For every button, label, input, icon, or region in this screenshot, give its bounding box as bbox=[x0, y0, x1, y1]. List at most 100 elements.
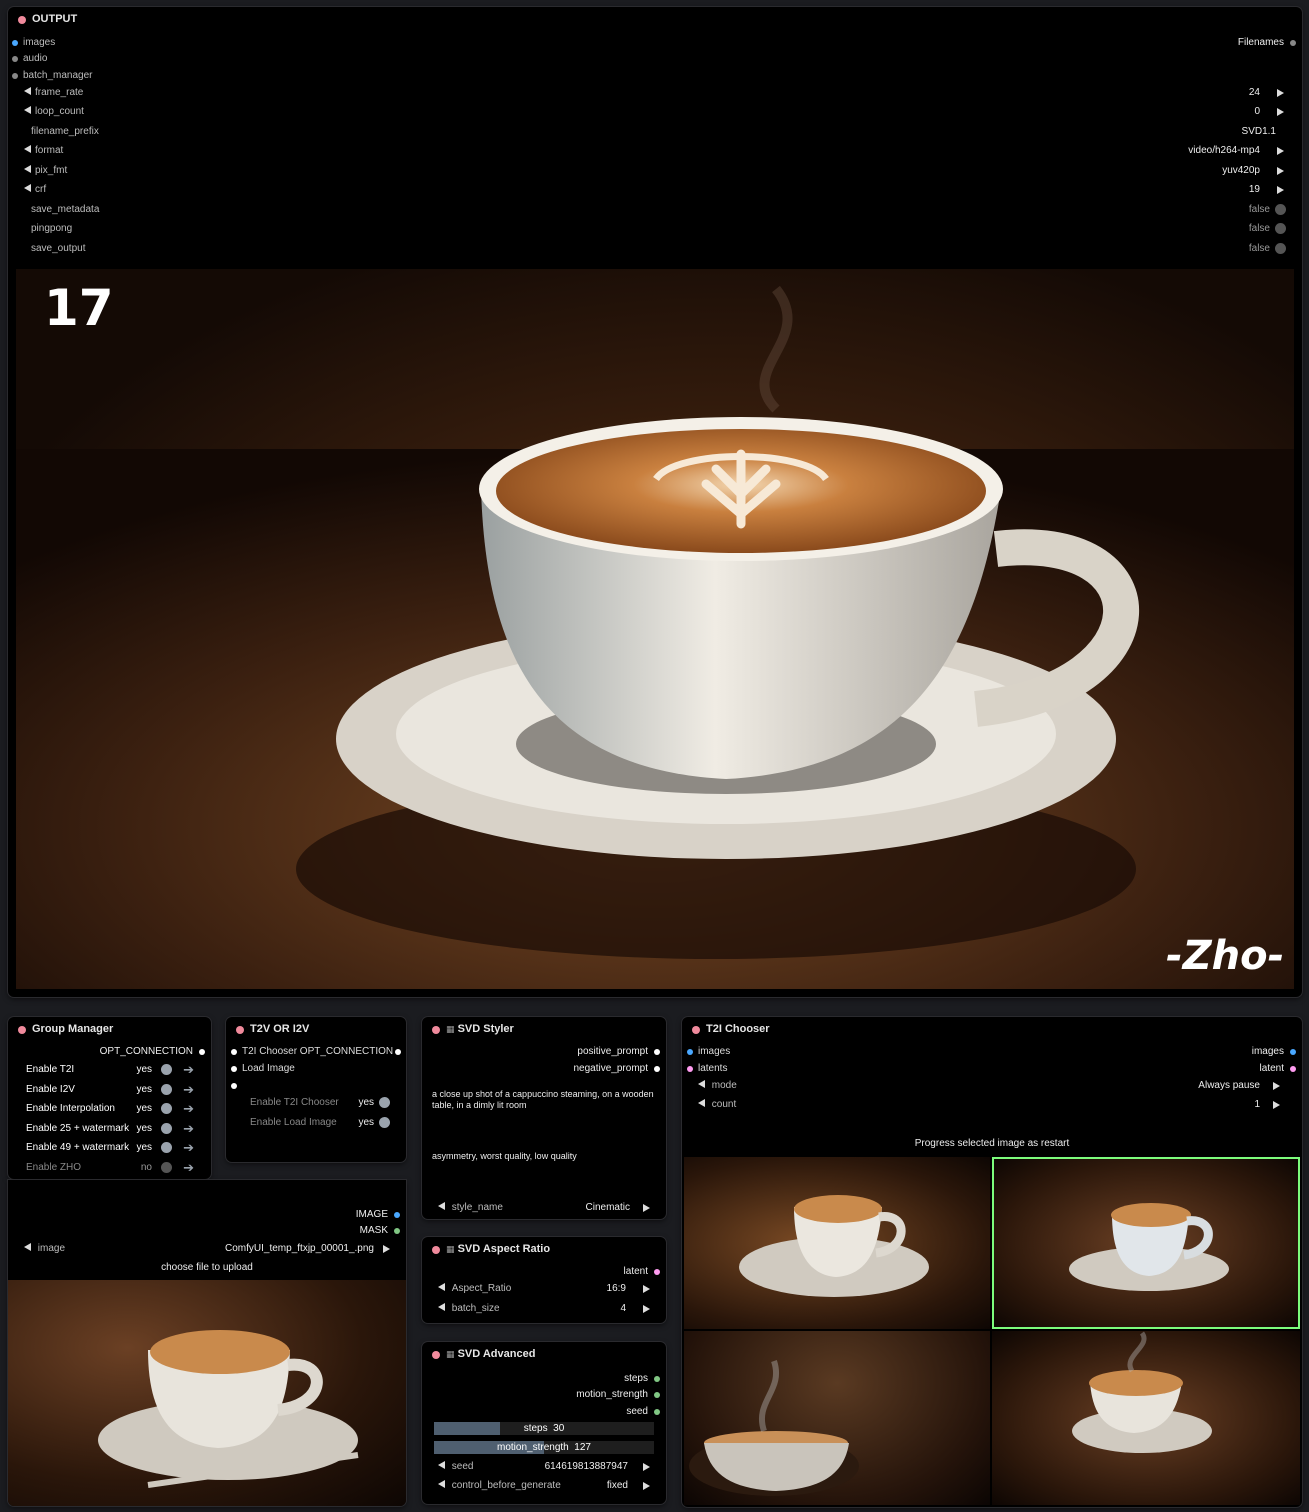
input-batch-manager[interactable]: batch_manager bbox=[12, 67, 93, 85]
go-to-group-arrow-icon[interactable]: ➔ bbox=[183, 1102, 194, 1116]
batch-size-widget[interactable]: batch_size 4 bbox=[438, 1300, 650, 1318]
image-socket[interactable] bbox=[687, 1049, 693, 1055]
increment-arrow[interactable] bbox=[1273, 1082, 1280, 1090]
increment-arrow[interactable] bbox=[643, 1463, 650, 1471]
toggle-switch[interactable] bbox=[1275, 243, 1286, 254]
increment-arrow[interactable] bbox=[1273, 1101, 1280, 1109]
t2i-chooser-opt-row[interactable]: T2I Chooser OPT_CONNECTION bbox=[231, 1043, 401, 1061]
toggle-switch[interactable] bbox=[379, 1097, 390, 1108]
output-socket[interactable] bbox=[395, 1049, 401, 1055]
decrement-arrow[interactable] bbox=[698, 1099, 705, 1107]
latent-socket[interactable] bbox=[1290, 1066, 1296, 1072]
decrement-arrow[interactable] bbox=[438, 1303, 445, 1311]
decrement-arrow[interactable] bbox=[438, 1480, 445, 1488]
latents-input[interactable]: latents bbox=[687, 1060, 727, 1078]
candidate-image-3[interactable] bbox=[684, 1331, 990, 1505]
go-to-group-arrow-icon[interactable]: ➔ bbox=[183, 1063, 194, 1077]
count-widget[interactable]: count 1 bbox=[698, 1096, 1280, 1114]
output-filenames[interactable]: Filenames bbox=[1216, 34, 1296, 52]
image-socket[interactable] bbox=[394, 1212, 400, 1218]
control-before-generate-widget[interactable]: control_before_generate fixed bbox=[438, 1477, 650, 1495]
widget-pix-fmt[interactable]: pix_fmt yuv420p bbox=[24, 162, 1286, 180]
candidate-image-1[interactable] bbox=[684, 1157, 990, 1329]
decrement-arrow[interactable] bbox=[24, 106, 31, 114]
widget-save-output[interactable]: save_output false bbox=[24, 240, 1286, 258]
decrement-arrow[interactable] bbox=[24, 184, 31, 192]
input-socket[interactable] bbox=[231, 1049, 237, 1055]
svd-aspect-ratio-node[interactable]: ▦ SVD Aspect Ratio latent Aspect_Ratio 1… bbox=[422, 1237, 666, 1323]
widget-pingpong[interactable]: pingpong false bbox=[24, 220, 1286, 238]
widget-loop-count[interactable]: loop_count 0 bbox=[24, 103, 1286, 121]
decrement-arrow[interactable] bbox=[24, 87, 31, 95]
load-image-row[interactable]: Load Image bbox=[231, 1060, 295, 1078]
progress-button[interactable]: Progress selected image as restart bbox=[682, 1135, 1302, 1153]
positive-prompt-output[interactable]: positive_prompt bbox=[510, 1043, 660, 1061]
go-to-group-arrow-icon[interactable]: ➔ bbox=[183, 1141, 194, 1155]
int-socket[interactable] bbox=[654, 1409, 660, 1415]
go-to-group-arrow-icon[interactable]: ➔ bbox=[183, 1161, 194, 1175]
go-to-group-arrow-icon[interactable]: ➔ bbox=[183, 1121, 194, 1136]
go-to-group-arrow-icon[interactable]: ➔ bbox=[183, 1082, 194, 1097]
increment-arrow[interactable] bbox=[643, 1482, 650, 1490]
int-socket[interactable] bbox=[654, 1392, 660, 1398]
output-socket[interactable] bbox=[654, 1066, 660, 1072]
t2v-or-i2v-node[interactable]: T2V OR I2V T2I Chooser OPT_CONNECTION Lo… bbox=[226, 1017, 406, 1162]
load-image-node[interactable]: IMAGE MASK image ComfyUI_temp_ftxjp_0000… bbox=[8, 1180, 406, 1506]
filenames-socket[interactable] bbox=[1290, 40, 1296, 46]
candidate-image-4[interactable] bbox=[992, 1331, 1300, 1505]
motion-strength-slider[interactable]: motion_strength 127 bbox=[434, 1441, 654, 1455]
toggle-switch[interactable] bbox=[161, 1083, 172, 1095]
image-select-widget[interactable]: image ComfyUI_temp_ftxjp_00001_.png bbox=[24, 1240, 390, 1258]
mask-output[interactable]: MASK bbox=[320, 1222, 400, 1240]
negative-prompt-textarea[interactable]: asymmetry, worst quality, low quality bbox=[432, 1151, 656, 1201]
toggle-switch[interactable] bbox=[161, 1103, 172, 1115]
seed-widget[interactable]: seed 614619813887947 bbox=[438, 1458, 650, 1476]
motion-strength-output[interactable]: motion_strength bbox=[540, 1386, 660, 1404]
int-socket[interactable] bbox=[654, 1376, 660, 1382]
decrement-arrow[interactable] bbox=[438, 1461, 445, 1469]
svd-advanced-node[interactable]: ▦ SVD Advanced steps motion_strength see… bbox=[422, 1342, 666, 1504]
decrement-arrow[interactable] bbox=[698, 1080, 705, 1088]
images-input[interactable]: images bbox=[687, 1043, 730, 1061]
toggle-switch[interactable] bbox=[161, 1122, 172, 1134]
upload-button[interactable]: choose file to upload bbox=[8, 1259, 406, 1277]
aspect-ratio-widget[interactable]: Aspect_Ratio 16:9 bbox=[438, 1280, 650, 1298]
decrement-arrow[interactable] bbox=[438, 1283, 445, 1291]
increment-arrow[interactable] bbox=[643, 1305, 650, 1313]
group-manager-node[interactable]: Group Manager OPT_CONNECTION Enable T2I y… bbox=[8, 1017, 211, 1179]
toggle-switch[interactable] bbox=[161, 1064, 172, 1075]
style-name-widget[interactable]: style_name Cinematic bbox=[438, 1199, 650, 1217]
steps-slider[interactable]: steps 30 bbox=[434, 1422, 654, 1436]
images-output[interactable]: images bbox=[1216, 1043, 1296, 1061]
seed-output[interactable]: seed bbox=[540, 1403, 660, 1421]
mask-socket[interactable] bbox=[394, 1228, 400, 1234]
input-socket[interactable] bbox=[231, 1083, 237, 1089]
decrement-arrow[interactable] bbox=[24, 165, 31, 173]
image-socket[interactable] bbox=[12, 40, 18, 46]
enable-t2i-chooser[interactable]: Enable T2I Chooser yes bbox=[250, 1094, 390, 1112]
group-toggle-row[interactable]: Enable 25 + watermark yes ➔ bbox=[26, 1120, 194, 1138]
increment-arrow[interactable] bbox=[1277, 186, 1284, 194]
opt-connection-socket[interactable] bbox=[199, 1049, 205, 1055]
positive-prompt-textarea[interactable]: a close up shot of a cappuccino steaming… bbox=[432, 1089, 656, 1145]
toggle-switch[interactable] bbox=[1275, 223, 1286, 234]
widget-crf[interactable]: crf 19 bbox=[24, 181, 1286, 199]
widget-frame-rate[interactable]: frame_rate 24 bbox=[24, 84, 1286, 102]
increment-arrow[interactable] bbox=[1277, 147, 1284, 155]
mode-widget[interactable]: mode Always pause bbox=[698, 1077, 1280, 1095]
image-socket[interactable] bbox=[1290, 1049, 1296, 1055]
candidate-image-2-selected[interactable] bbox=[992, 1157, 1300, 1329]
input-audio[interactable]: audio bbox=[12, 50, 47, 68]
toggle-switch[interactable] bbox=[1275, 204, 1286, 215]
opt-connection-output[interactable]: OPT_CONNECTION bbox=[55, 1043, 205, 1061]
svd-styler-node[interactable]: ▦ SVD Styler positive_prompt negative_pr… bbox=[422, 1017, 666, 1219]
toggle-switch[interactable] bbox=[161, 1142, 172, 1154]
group-toggle-row[interactable]: Enable 49 + watermark yes ➔ bbox=[26, 1139, 194, 1157]
increment-arrow[interactable] bbox=[643, 1285, 650, 1293]
output-node[interactable]: OUTPUT images audio batch_manager Filena… bbox=[8, 7, 1302, 997]
toggle-switch[interactable] bbox=[379, 1117, 390, 1128]
widget-format[interactable]: format video/h264-mp4 bbox=[24, 142, 1286, 160]
enable-load-image[interactable]: Enable Load Image yes bbox=[250, 1114, 390, 1132]
increment-arrow[interactable] bbox=[1277, 89, 1284, 97]
group-toggle-row[interactable]: Enable ZHO no ➔ bbox=[26, 1159, 194, 1177]
